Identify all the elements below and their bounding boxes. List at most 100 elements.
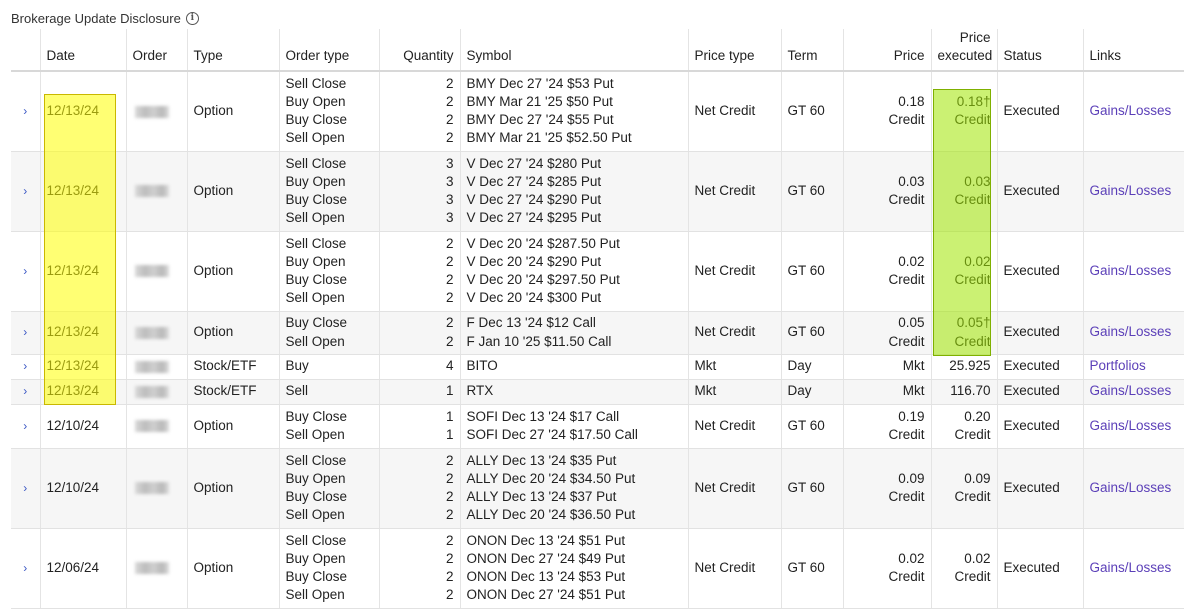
price-executed-cell: 0.20 Credit — [930, 404, 997, 449]
chevron-right-icon[interactable]: › — [23, 419, 27, 433]
redacted-order-number — [134, 105, 169, 118]
row-link[interactable]: Gains/Losses — [1090, 183, 1172, 198]
type-column-header[interactable]: Type — [186, 29, 279, 72]
type-cell: Stock/ETF — [186, 354, 279, 380]
price-line: Credit — [888, 333, 925, 349]
quantity-line: 3 — [445, 173, 454, 189]
chevron-right-icon[interactable]: › — [23, 561, 27, 575]
table-row[interactable]: › 12/06/24 Option Sell Close Buy Open Buy Clo… — [11, 528, 1184, 609]
table-row[interactable]: › 12/10/24 Option Buy Close Sell Open 1 1 SOFI … — [11, 404, 1184, 449]
price-type-cell: Net Credit — [687, 231, 781, 312]
price-executed-line: Credit — [954, 333, 991, 349]
price-cell: Mkt — [842, 354, 931, 380]
order-type-line: Sell Open — [285, 427, 345, 442]
row-link[interactable]: Gains/Losses — [1090, 418, 1172, 433]
redacted-order-number — [134, 482, 169, 495]
quantity-line: 2 — [445, 253, 454, 269]
order-type-cell: Sell Close Buy Open Buy Close Sell Open — [278, 71, 379, 152]
redacted-order-number — [134, 562, 169, 575]
chevron-right-icon[interactable]: › — [23, 104, 27, 118]
table-row[interactable]: › 12/10/24 Option Sell Close Buy Open Buy Clo… — [11, 448, 1184, 529]
order-type-cell: Sell Close Buy Open Buy Close Sell Open — [278, 528, 379, 609]
order-type-line: Buy Close — [285, 408, 348, 424]
table-row[interactable]: › 12/13/24 Stock/ETF Sell 1 RTX Mkt Day Mkt 116.7… — [11, 379, 1184, 405]
chevron-right-icon[interactable]: › — [23, 384, 27, 398]
chevron-right-icon[interactable]: › — [23, 359, 27, 373]
term-cell: GT 60 — [780, 231, 843, 312]
symbol-line: V Dec 27 '24 $290 Put — [466, 192, 602, 207]
symbol-line: ONON Dec 13 '24 $53 Put — [466, 569, 626, 584]
row-link[interactable]: Gains/Losses — [1090, 560, 1172, 575]
table-row[interactable]: › 12/13/24 Option Buy Close Sell Open 2 2 F Dec… — [11, 311, 1184, 355]
chevron-right-icon[interactable]: › — [23, 184, 27, 198]
type-cell: Stock/ETF — [186, 379, 279, 405]
price-line: Credit — [888, 489, 925, 504]
redacted-order-number — [134, 326, 169, 339]
order-number-cell — [125, 151, 187, 232]
symbol-line: SOFI Dec 27 '24 $17.50 Call — [466, 427, 638, 442]
expand-cell: › — [11, 311, 40, 355]
links-cell: Gains/Losses — [1082, 151, 1184, 232]
price-executed-cell: 25.925 — [930, 354, 997, 380]
order-type-line: Buy Close — [285, 315, 348, 331]
order-type-cell: Buy — [278, 354, 379, 380]
info-icon[interactable]: i — [185, 12, 199, 25]
status-cell: Executed — [996, 71, 1083, 152]
redacted-order-number — [134, 185, 169, 198]
date-column-header[interactable]: Date — [39, 29, 126, 72]
price-executed-column-header: Price executed — [930, 29, 997, 72]
status-column-header[interactable]: Status — [996, 29, 1083, 72]
order-number-cell — [125, 311, 187, 355]
redacted-order-number — [134, 420, 169, 433]
symbol-line: BMY Dec 27 '24 $55 Put — [466, 112, 614, 128]
date-cell: 12/06/24 — [39, 528, 126, 609]
status-cell: Executed — [996, 151, 1083, 232]
price-executed-line: Credit — [954, 569, 991, 584]
symbol-line: V Dec 27 '24 $285 Put — [466, 173, 602, 189]
row-link[interactable]: Gains/Losses — [1090, 480, 1172, 495]
symbol-column-header[interactable]: Symbol — [459, 29, 688, 72]
table-row[interactable]: › 12/13/24 Option Sell Close Buy Open Buy Clo… — [11, 151, 1184, 232]
table-row[interactable]: › 12/13/24 Option Sell Close Buy Open Buy Clo… — [11, 231, 1184, 312]
price-cell: 0.02 Credit — [842, 231, 931, 312]
type-cell: Option — [186, 448, 279, 529]
chevron-right-icon[interactable]: › — [23, 481, 27, 495]
price-line: 0.05 — [898, 315, 925, 331]
chevron-right-icon[interactable]: › — [23, 264, 27, 278]
symbol-line: F Jan 10 '25 $11.50 Call — [466, 333, 612, 349]
price-cell: 0.02 Credit — [842, 528, 931, 609]
symbol-line: ALLY Dec 13 '24 $37 Put — [466, 489, 617, 504]
symbol-line: V Dec 20 '24 $287.50 Put — [466, 235, 620, 251]
disclosure-label: Brokerage Update Disclosure — [11, 11, 181, 26]
quantity-cell: 1 — [378, 379, 460, 405]
term-cell: GT 60 — [780, 448, 843, 529]
quantity-cell: 2 2 2 2 — [378, 448, 460, 529]
table-row[interactable]: › 12/13/24 Option Sell Close Buy Open Buy Clo… — [11, 71, 1184, 152]
price-type-cell: Mkt — [687, 379, 781, 405]
row-link[interactable]: Gains/Losses — [1090, 103, 1172, 118]
price-executed-cell: 0.02 Credit — [930, 528, 997, 609]
row-link[interactable]: Gains/Losses — [1090, 383, 1172, 398]
chevron-right-icon[interactable]: › — [23, 325, 27, 339]
order-type-line: Buy Open — [285, 550, 346, 566]
price-cell: 0.09 Credit — [842, 448, 931, 529]
type-cell: Option — [186, 231, 279, 312]
links-column-header: Links — [1082, 29, 1184, 72]
price-column-header: Price — [842, 29, 931, 72]
row-link[interactable]: Portfolios — [1090, 358, 1146, 373]
table-row[interactable]: › 12/13/24 Stock/ETF Buy 4 BITO Mkt Day Mkt 25.92… — [11, 354, 1184, 380]
order-type-line: Buy Close — [285, 272, 348, 287]
price-executed-line: Credit — [954, 427, 991, 442]
price-line: Credit — [888, 569, 925, 584]
quantity-line: 1 — [445, 408, 454, 424]
links-cell: Gains/Losses — [1082, 379, 1184, 405]
row-link[interactable]: Gains/Losses — [1090, 324, 1172, 339]
order-type-line: Sell Open — [285, 130, 345, 146]
status-cell: Executed — [996, 404, 1083, 449]
quantity-line: 4 — [445, 358, 454, 374]
row-link[interactable]: Gains/Losses — [1090, 263, 1172, 278]
quantity-cell: 22 — [378, 311, 460, 355]
status-cell: Executed — [996, 231, 1083, 312]
order-type-line: Buy Open — [285, 253, 346, 269]
date-cell: 12/13/24 — [39, 379, 126, 405]
